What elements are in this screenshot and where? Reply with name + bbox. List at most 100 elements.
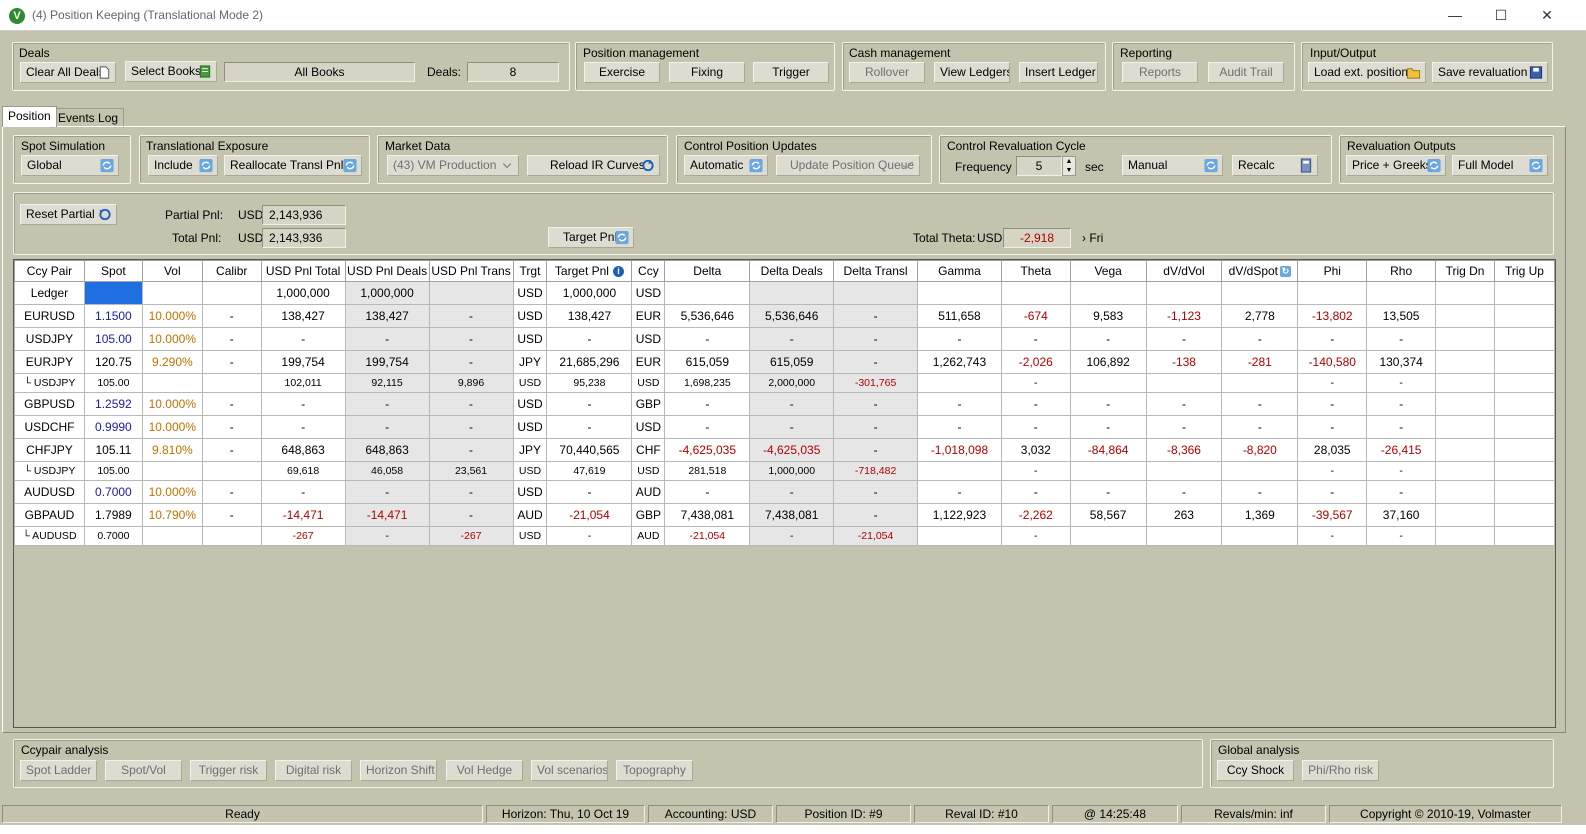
column-header-vol[interactable]: Vol (141, 260, 203, 282)
target-pnl-button[interactable]: Target Pnl (548, 227, 634, 248)
table-cell-spot[interactable]: 1.2592 (83, 392, 143, 416)
column-header-trig-dn[interactable]: Trig Dn (1435, 260, 1495, 282)
table-cell-spot[interactable]: 0.7000 (83, 480, 143, 504)
table-cell-spot[interactable] (83, 281, 143, 305)
phi-rho-risk-button[interactable]: Phi/Rho risk (1302, 760, 1379, 781)
ccypair-analysis-group: Ccypair analysis Spot Ladder Spot/Vol Tr… (13, 739, 1203, 788)
refresh-cycle-icon (343, 158, 357, 173)
column-header-gamma[interactable]: Gamma (917, 260, 1002, 282)
table-row[interactable]: CHFJPY 105.11 9.810% -648,863 648,863- JPY 70,… (14, 438, 1555, 462)
horizon-shift-button[interactable]: Horizon Shift (360, 760, 437, 781)
column-header-calibr[interactable]: Calibr (201, 260, 262, 282)
table-cell-vol[interactable]: 10.000% (141, 480, 203, 504)
maximize-button[interactable]: ☐ (1478, 0, 1524, 31)
table-row[interactable]: GBPUSD 1.2592 10.000% - - - - USD - GBP - - - - - - - - - - (14, 392, 1555, 416)
table-row[interactable]: USDCHF 0.9990 10.000% - - - - USD - USD - - - - - - - - - - (14, 415, 1555, 439)
column-header-trig-up[interactable]: Trig Up (1493, 260, 1555, 282)
table-cell-vol[interactable]: 10.000% (141, 304, 203, 328)
tab-events-log[interactable]: Events Log (52, 108, 125, 128)
fixing-button[interactable]: Fixing (669, 62, 745, 83)
rollover-button[interactable]: Rollover (849, 62, 925, 83)
column-header-target-pnl[interactable]: Target Pnl i (546, 260, 633, 282)
column-header-ccy[interactable]: Ccy (631, 260, 666, 282)
trigger-risk-button[interactable]: Trigger risk (190, 760, 267, 781)
table-cell-rho: - (1366, 415, 1437, 439)
table-cell-spot[interactable]: 105.11 (83, 438, 143, 462)
full-model-toggle[interactable]: Full Model (1452, 155, 1548, 176)
column-header-delta-transl[interactable]: Delta Transl (833, 260, 919, 282)
minimize-button[interactable]: — (1432, 0, 1478, 31)
table-row[interactable]: EURUSD 1.1500 10.000% -138,427 138,427- USD 13… (14, 304, 1555, 328)
table-cell-spot[interactable]: 1.1500 (83, 304, 143, 328)
column-header-dv-dvol[interactable]: dV/dVol (1145, 260, 1223, 282)
tab-position[interactable]: Position (2, 106, 57, 127)
column-header-ccy-pair[interactable]: Ccy Pair (14, 260, 85, 282)
table-cell-vol[interactable]: 10.000% (141, 415, 203, 439)
insert-ledger-button[interactable]: Insert Ledger (1019, 62, 1098, 83)
view-ledgers-button[interactable]: View Ledgers (934, 62, 1010, 83)
reports-button[interactable]: Reports (1122, 62, 1198, 83)
manual-mode-toggle[interactable]: Manual (1122, 155, 1223, 176)
column-header-spot[interactable]: Spot (83, 260, 143, 282)
table-cell-vol[interactable]: 10.790% (141, 503, 203, 527)
spot-ladder-button[interactable]: Spot Ladder (20, 760, 97, 781)
close-button[interactable]: ✕ (1524, 0, 1570, 31)
table-subrow[interactable]: └ AUDUSD 0.7000 -267- -267 USD - AUD -21,054- -2… (14, 526, 1555, 546)
reset-partial-button[interactable]: Reset Partial (20, 204, 117, 225)
price-greeks-toggle[interactable]: Price + Greeks (1346, 155, 1446, 176)
spot-simulation-select[interactable]: Global (21, 155, 119, 176)
column-header-usd-pnl-total[interactable]: USD Pnl Total (260, 260, 346, 282)
table-cell-spot[interactable]: 105.00 (83, 327, 143, 351)
exercise-button[interactable]: Exercise (584, 62, 660, 83)
reallocate-transl-pnl-button[interactable]: Reallocate Transl Pnl (224, 155, 362, 176)
market-data-source-select[interactable]: (43) VM Production (387, 155, 519, 176)
load-ext-position-button[interactable]: Load ext. position (1308, 62, 1426, 83)
refresh-cycle-icon[interactable]: ↻ (1280, 266, 1292, 278)
vol-scenarios-button[interactable]: Vol scenarios (531, 760, 608, 781)
reload-ir-curves-button[interactable]: Reload IR Curves (527, 155, 660, 176)
info-icon[interactable]: i (612, 266, 624, 278)
table-row[interactable]: GBPAUD 1.7989 10.790% - -14,471 -14,471- AUD -2… (14, 503, 1555, 527)
include-toggle[interactable]: Include (148, 155, 218, 176)
table-row[interactable]: USDJPY 105.00 10.000% - - - - USD - USD - - - - - - - - - - (14, 327, 1555, 351)
column-header-dv-dspot[interactable]: dV/dSpot ↻ (1221, 260, 1299, 282)
column-header-vega[interactable]: Vega (1069, 260, 1147, 282)
table-cell-vol[interactable]: 9.810% (141, 438, 203, 462)
save-revaluation-button[interactable]: Save revaluation (1432, 62, 1548, 83)
table-row[interactable]: EURJPY 120.75 9.290% -199,754 199,754- JPY 21,… (14, 350, 1555, 374)
table-row[interactable]: Ledger 1,000,000 1,000,000 USD 1,000,000 USD (14, 281, 1555, 305)
topography-button[interactable]: Topography (616, 760, 693, 781)
table-cell-vol[interactable] (141, 281, 203, 305)
trigger-button[interactable]: Trigger (753, 62, 829, 83)
table-subrow[interactable]: └ USDJPY 105.00 69,618 46,058 23,561 USD 47,61… (14, 461, 1555, 481)
column-header-usd-pnl-trans[interactable]: USD Pnl Trans (428, 260, 514, 282)
table-subrow[interactable]: └ USDJPY 105.00 102,011 92,115 9,896 USD 95,23… (14, 373, 1555, 393)
column-header-phi[interactable]: Phi (1297, 260, 1368, 282)
table-row[interactable]: AUDUSD 0.7000 10.000% - - - - USD - AUD - - - - - - - - - - (14, 480, 1555, 504)
table-cell-vol[interactable]: 10.000% (141, 392, 203, 416)
table-cell-vol[interactable]: 10.000% (141, 327, 203, 351)
recalc-button[interactable]: Recalc (1232, 155, 1318, 176)
spot-vol-button[interactable]: Spot/Vol (105, 760, 182, 781)
frequency-input[interactable]: 5 (1016, 156, 1062, 176)
frequency-spinner[interactable]: ▲ ▼ (1062, 156, 1076, 176)
automatic-mode-toggle[interactable]: Automatic (684, 155, 768, 176)
column-header-delta-deals[interactable]: Delta Deals (749, 260, 835, 282)
table-cell-theta: - (1000, 392, 1071, 416)
column-header-theta[interactable]: Theta (1000, 260, 1071, 282)
update-position-queue-button[interactable]: Update Position Queue (776, 155, 920, 176)
column-header-usd-pnl-deals[interactable]: USD Pnl Deals (344, 260, 430, 282)
table-cell-spot[interactable]: 0.9990 (83, 415, 143, 439)
table-cell-vol[interactable]: 9.290% (141, 350, 203, 374)
select-books-button[interactable]: Select Books (125, 61, 217, 82)
vol-hedge-button[interactable]: Vol Hedge (446, 760, 523, 781)
column-header-trgt[interactable]: Trgt (512, 260, 548, 282)
digital-risk-button[interactable]: Digital risk (275, 760, 352, 781)
clear-all-deals-button[interactable]: Clear All Deals (20, 62, 116, 83)
table-cell-spot[interactable]: 120.75 (83, 350, 143, 374)
audit-trail-button[interactable]: Audit Trail (1208, 62, 1284, 83)
table-cell-spot[interactable]: 1.7989 (83, 503, 143, 527)
column-header-rho[interactable]: Rho (1366, 260, 1437, 282)
column-header-delta[interactable]: Delta (664, 260, 751, 282)
ccy-shock-button[interactable]: Ccy Shock (1217, 760, 1294, 781)
